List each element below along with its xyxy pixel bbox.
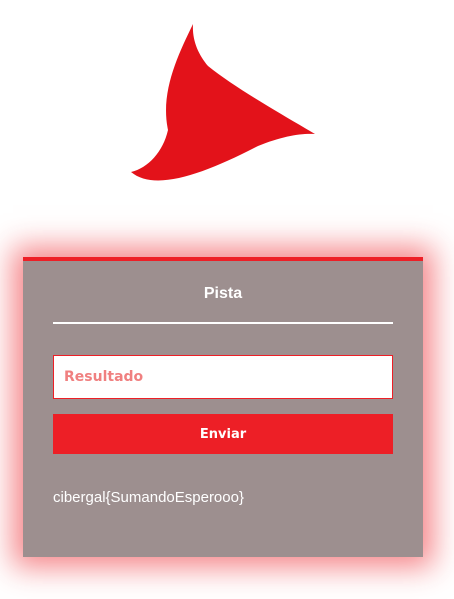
- submit-button[interactable]: Enviar: [53, 414, 393, 454]
- flag-text: cibergal{SumandoEsperooo}: [53, 489, 244, 506]
- logo: [0, 0, 454, 200]
- title-divider: [53, 322, 393, 324]
- flame-logo-icon: [131, 24, 315, 181]
- result-input[interactable]: [53, 355, 393, 399]
- hint-card: Pista Enviar cibergal{SumandoEsperooo}: [23, 257, 423, 557]
- card-title: Pista: [203, 285, 243, 302]
